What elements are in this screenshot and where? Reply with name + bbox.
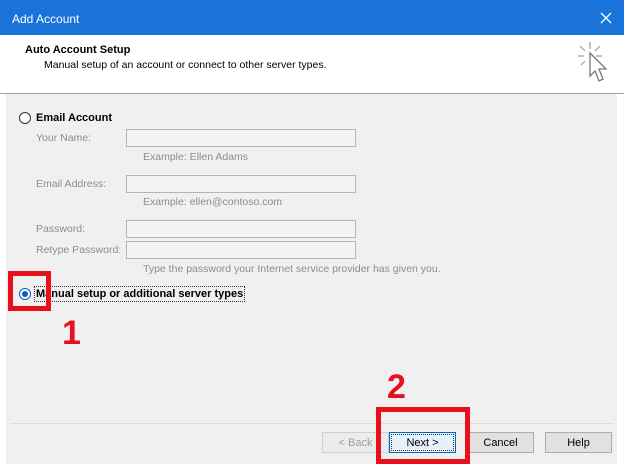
password-hint: Type the password your Internet service … [143,263,441,275]
email-account-label[interactable]: Email Account [36,112,112,124]
dialog-body [0,93,624,464]
retype-password-input[interactable] [126,241,356,259]
window-title: Add Account [12,12,80,26]
annotation-box-2 [376,407,470,464]
header-subtitle: Manual setup of an account or connect to… [44,59,327,71]
button-separator [10,423,614,424]
wizard-cursor-icon [576,40,612,89]
header-title: Auto Account Setup [25,44,131,56]
password-label: Password: [36,223,86,235]
wizard-header: Auto Account Setup Manual setup of an ac… [0,35,624,93]
annotation-number-2: 2 [387,368,406,406]
help-button[interactable]: Help [545,432,612,453]
your-name-label: Your Name: [36,132,92,144]
email-address-hint: Example: ellen@contoso.com [143,196,283,208]
retype-password-label: Retype Password: [36,244,122,256]
cancel-button[interactable]: Cancel [467,432,534,453]
password-input[interactable] [126,220,356,238]
email-address-label: Email Address: [36,178,107,190]
email-address-input[interactable] [126,175,356,193]
annotation-box-1 [8,271,51,311]
your-name-hint: Example: Ellen Adams [143,151,249,163]
title-bar: Add Account [0,0,624,35]
annotation-number-1: 1 [62,314,81,352]
your-name-input[interactable] [126,129,356,147]
close-icon[interactable] [588,0,624,35]
manual-setup-label[interactable]: Manual setup or additional server types [33,286,246,302]
email-account-radio[interactable] [19,112,31,124]
